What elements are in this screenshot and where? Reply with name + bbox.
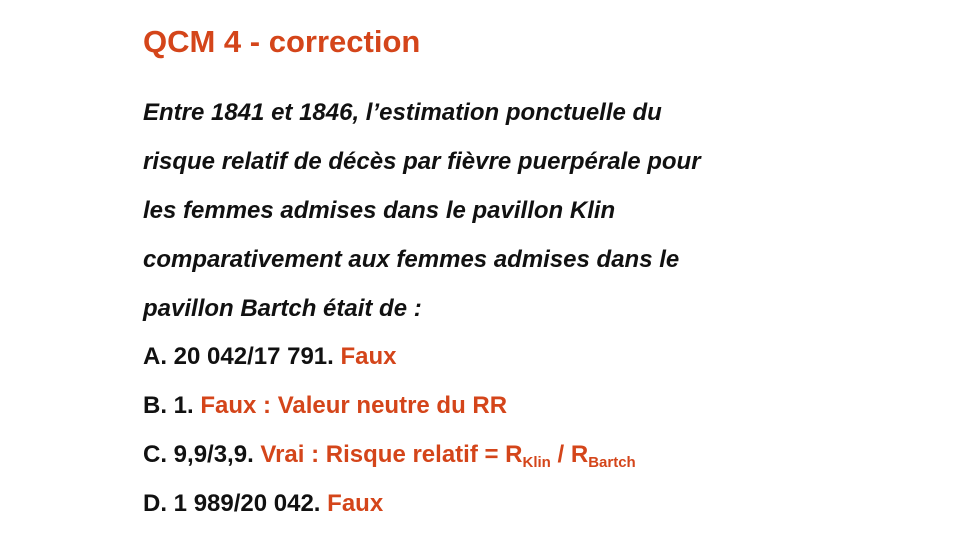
answer-b: B. 1. Faux : Valeur neutre du RR	[143, 381, 923, 430]
slide: QCM 4 - correction Entre 1841 et 1846, l…	[0, 0, 960, 540]
answer-label: C.	[143, 441, 167, 468]
answer-list: A. 20 042/17 791. Faux B. 1. Faux : Vale…	[143, 332, 923, 528]
slide-title: QCM 4 - correction	[143, 24, 421, 59]
question-line: risque relatif de décès par fièvre puerp…	[143, 148, 701, 175]
answer-verdict: Faux : Valeur neutre du RR	[200, 392, 508, 419]
question-line: les femmes admises dans le pavillon Klin	[143, 197, 616, 224]
question-text: Entre 1841 et 1846, l’estimation ponctue…	[143, 88, 843, 333]
answer-label: A.	[143, 343, 167, 370]
question-line: comparativement aux femmes admises dans …	[143, 246, 680, 273]
subscript-bartch: Bartch	[588, 454, 636, 471]
answer-verdict: Faux	[327, 490, 384, 517]
verdict-mid: / R	[550, 441, 589, 468]
subscript-klin: Klin	[522, 454, 551, 471]
answer-d: D. 1 989/20 042. Faux	[143, 479, 923, 528]
answer-value: 9,9/3,9.	[173, 441, 254, 468]
answer-verdict: Faux	[340, 343, 397, 370]
verdict-text: Vrai : Risque relatif = R	[260, 441, 523, 468]
answer-value: 1 989/20 042.	[173, 490, 321, 517]
answer-value: 20 042/17 791.	[173, 343, 334, 370]
question-line: pavillon Bartch était de :	[143, 295, 422, 322]
answer-verdict: Vrai : Risque relatif = RKlin / RBartch	[260, 441, 636, 471]
answer-a: A. 20 042/17 791. Faux	[143, 332, 923, 381]
question-line: Entre 1841 et 1846, l’estimation ponctue…	[143, 99, 662, 126]
answer-label: D.	[143, 490, 167, 517]
answer-value: 1.	[173, 392, 194, 419]
answer-c: C. 9,9/3,9. Vrai : Risque relatif = RKli…	[143, 430, 923, 479]
answer-label: B.	[143, 392, 167, 419]
